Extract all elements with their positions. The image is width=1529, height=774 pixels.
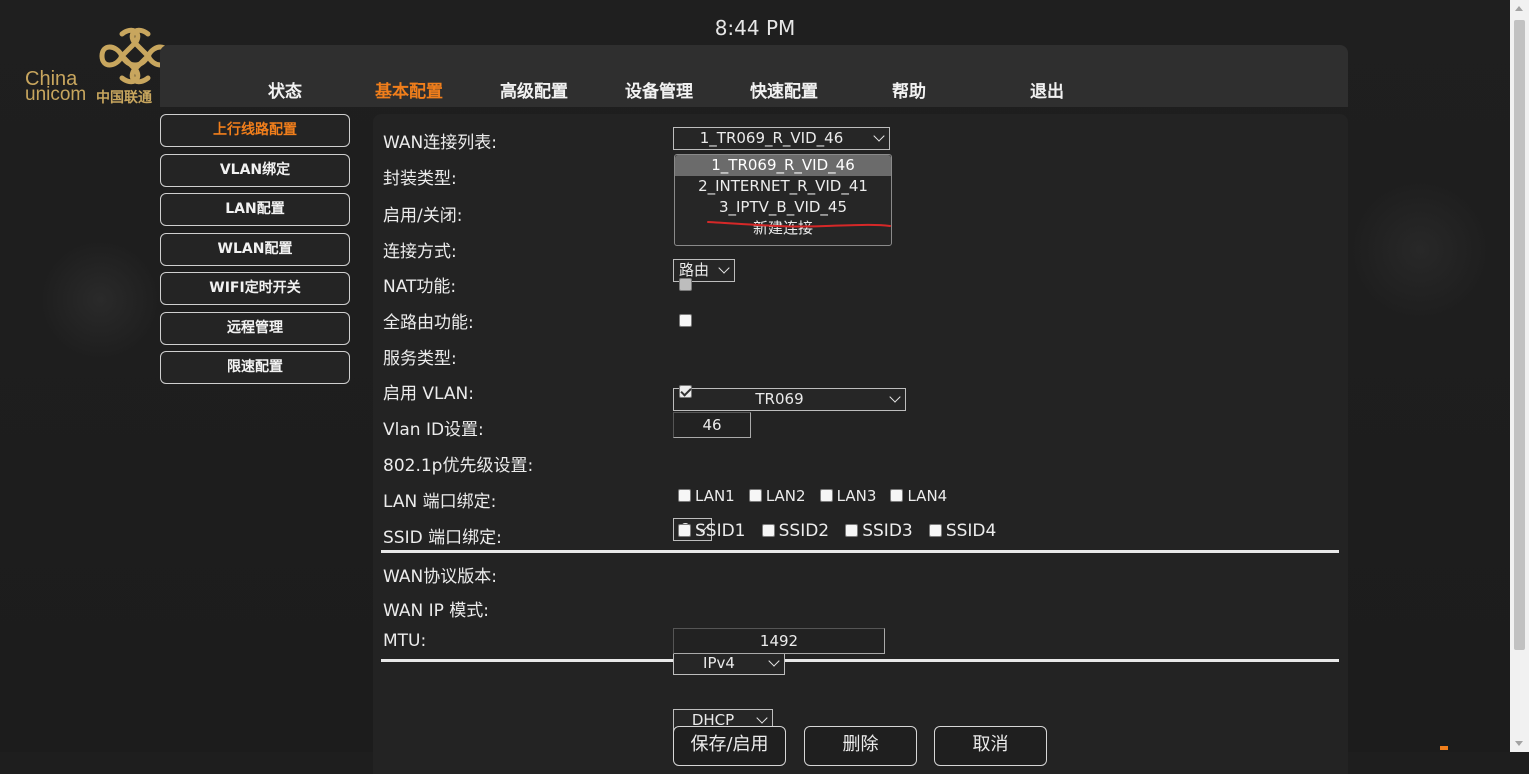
lan1-label: LAN1 [695, 487, 735, 505]
vlan-enable-checkbox[interactable] [679, 382, 692, 401]
cancel-button[interactable]: 取消 [934, 726, 1047, 766]
wan-list-select[interactable]: 1_TR069_R_VID_46 [673, 127, 890, 150]
mtu-label: MTU: [383, 631, 427, 651]
vlan-enable-label: 启用 VLAN: [383, 384, 474, 404]
wan-list-label: WAN连接列表: [383, 133, 497, 153]
scroll-up-arrow-icon[interactable] [1515, 6, 1523, 11]
ssid4-checkbox[interactable] [928, 524, 942, 537]
ssid2-checkbox[interactable] [761, 524, 775, 537]
ssid1-checkbox[interactable] [678, 524, 691, 537]
full-route-label: 全路由功能: [383, 313, 474, 333]
lan3-label: LAN3 [836, 487, 877, 505]
full-route-checkbox[interactable] [679, 311, 692, 330]
vlan-id-input[interactable]: 46 [673, 412, 751, 438]
wan-ip-mode-label: WAN IP 模式: [383, 601, 490, 621]
ssid-bind-label: SSID 端口绑定: [383, 528, 502, 548]
section-divider [381, 659, 1339, 662]
sidebar-item-uplink-config[interactable]: 上行线路配置 [160, 114, 350, 147]
vertical-scrollbar[interactable] [1510, 0, 1529, 752]
wan-proto-label: WAN协议版本: [383, 567, 497, 587]
nav-advanced-config[interactable]: 高级配置 [500, 77, 568, 102]
dropdown-option[interactable]: 3_IPTV_B_VID_45 [675, 197, 891, 218]
chevron-down-icon [756, 712, 768, 724]
nat-label: NAT功能: [383, 277, 457, 297]
lan-bind-label: LAN 端口绑定: [383, 492, 497, 512]
conn-mode-label: 连接方式: [383, 242, 457, 262]
enable-label: 启用/关闭: [383, 206, 463, 226]
lan1-checkbox[interactable] [678, 489, 691, 502]
chevron-down-icon [768, 655, 780, 667]
chevron-down-icon [889, 391, 901, 403]
nav-logout[interactable]: 退出 [1030, 77, 1064, 102]
chevron-down-icon [718, 262, 730, 274]
encap-type-label: 封装类型: [383, 169, 457, 189]
save-apply-button[interactable]: 保存/启用 [673, 726, 786, 766]
nav-help[interactable]: 帮助 [892, 77, 926, 102]
chevron-down-icon [873, 130, 885, 142]
lan4-label: LAN4 [907, 487, 948, 505]
red-annotation-underline [707, 221, 891, 228]
service-type-label: 服务类型: [383, 349, 457, 369]
orange-marker [1440, 746, 1448, 750]
ssid3-label: SSID3 [862, 521, 913, 541]
sidebar-item-wlan-config[interactable]: WLAN配置 [160, 232, 350, 266]
mtu-input[interactable]: 1492 [673, 628, 885, 654]
nav-basic-config[interactable]: 基本配置 [375, 77, 443, 102]
service-type-select[interactable]: TR069 [673, 388, 906, 411]
vlan-id-label: Vlan ID设置: [383, 420, 484, 440]
nat-checkbox[interactable] [679, 275, 692, 294]
logo-text-cn: 中国联通 [96, 90, 152, 106]
ssid2-label: SSID2 [778, 521, 830, 541]
lan-port-checkboxes: LAN1 LAN2 LAN3 LAN4 [678, 486, 956, 505]
china-unicom-logo: China unicom 中国联通 [22, 26, 172, 106]
ssid4-label: SSID4 [945, 521, 997, 541]
ssid3-checkbox[interactable] [845, 524, 859, 537]
sidebar-item-vlan-binding[interactable]: VLAN绑定 [160, 153, 350, 187]
priority-label: 802.1p优先级设置: [383, 456, 534, 476]
delete-button[interactable]: 删除 [804, 726, 917, 766]
sidebar: 上行线路配置 VLAN绑定 LAN配置 WLAN配置 WIFI定时开关 远程管理… [160, 114, 350, 391]
top-nav-panel: 状态 基本配置 高级配置 设备管理 快速配置 帮助 退出 [160, 45, 1348, 107]
nav-status[interactable]: 状态 [268, 77, 302, 102]
wan-proto-select[interactable]: IPv4 [673, 652, 785, 675]
scroll-down-arrow-icon[interactable] [1515, 741, 1523, 746]
dropdown-option[interactable]: 1_TR069_R_VID_46 [675, 155, 891, 176]
section-divider [381, 550, 1339, 553]
nav-device-management[interactable]: 设备管理 [625, 77, 693, 102]
sidebar-item-remote-management[interactable]: 远程管理 [160, 311, 350, 345]
dropdown-option[interactable]: 2_INTERNET_R_VID_41 [675, 176, 891, 197]
lan2-checkbox[interactable] [748, 489, 762, 502]
wan-list-dropdown[interactable]: 1_TR069_R_VID_46 2_INTERNET_R_VID_41 3_I… [674, 154, 892, 246]
ssid-checkboxes: SSID1 SSID2 SSID3 SSID4 [678, 521, 1007, 541]
clock: 8:44 PM [714, 16, 796, 40]
lan3-checkbox[interactable] [819, 489, 833, 502]
sidebar-item-wifi-timer[interactable]: WIFI定时开关 [160, 272, 350, 305]
scrollbar-thumb[interactable] [1514, 20, 1525, 650]
logo-text-unicom: unicom [25, 84, 87, 105]
nav-quick-config[interactable]: 快速配置 [750, 77, 818, 102]
lan2-label: LAN2 [765, 487, 806, 505]
lan4-checkbox[interactable] [890, 489, 904, 502]
sidebar-item-lan-config[interactable]: LAN配置 [160, 193, 350, 226]
ssid1-label: SSID1 [695, 521, 746, 541]
sidebar-item-rate-limit[interactable]: 限速配置 [160, 351, 350, 384]
